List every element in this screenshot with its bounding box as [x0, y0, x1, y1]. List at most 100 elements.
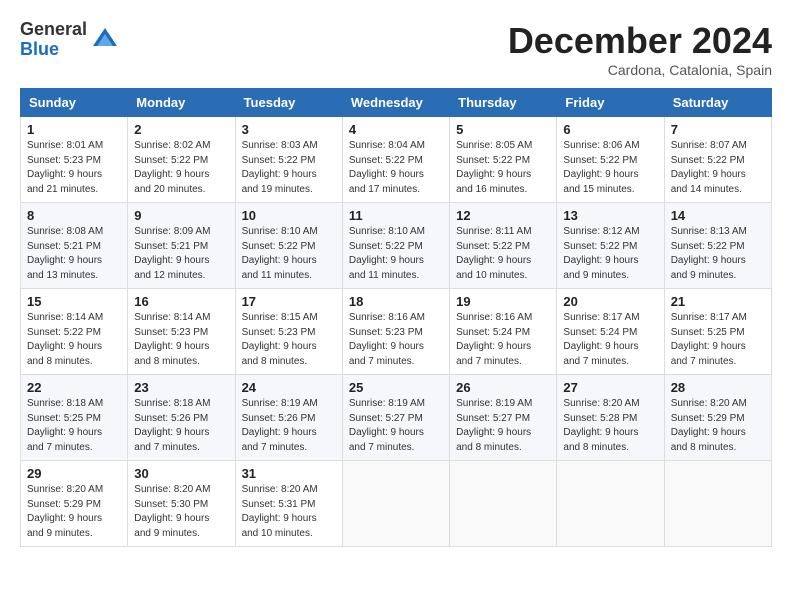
day-number: 4 — [349, 122, 443, 137]
day-number: 26 — [456, 380, 550, 395]
calendar-table: SundayMondayTuesdayWednesdayThursdayFrid… — [20, 88, 772, 547]
day-number: 1 — [27, 122, 121, 137]
logo-blue: Blue — [20, 40, 87, 60]
calendar-cell: 11 Sunrise: 8:10 AMSunset: 5:22 PMDayligh… — [342, 203, 449, 289]
cell-details: Sunrise: 8:14 AMSunset: 5:23 PMDaylight:… — [134, 311, 228, 369]
calendar-week-1: 1Sunrise: 8:01 AMSunset: 5:23 PMDaylight… — [21, 117, 772, 203]
calendar-header-row: SundayMondayTuesdayWednesdayThursdayFrid… — [21, 89, 772, 117]
day-number: 9 — [134, 208, 228, 223]
cell-details: Sunrise: 8:05 AMSunset: 5:22 PMDaylight:… — [456, 139, 550, 197]
calendar-week-2: 8 Sunrise: 8:08 AMSunset: 5:21 PMDaylight… — [21, 203, 772, 289]
day-number: 25 — [349, 380, 443, 395]
day-number: 10 — [242, 208, 336, 223]
day-number: 13 — [563, 208, 657, 223]
cell-details: Sunrise: 8:19 AMSunset: 5:27 PMDaylight:… — [349, 397, 443, 455]
day-number: 17 — [242, 294, 336, 309]
calendar-cell: 5 Sunrise: 8:05 AMSunset: 5:22 PMDaylight… — [450, 117, 557, 203]
calendar-cell: 21 Sunrise: 8:17 AMSunset: 5:25 PMDayligh… — [664, 289, 771, 375]
cell-details: Sunrise: 8:16 AMSunset: 5:24 PMDaylight:… — [456, 311, 550, 369]
calendar-cell: 9 Sunrise: 8:09 AMSunset: 5:21 PMDaylight… — [128, 203, 235, 289]
day-number: 28 — [671, 380, 765, 395]
logo: General Blue — [20, 20, 119, 60]
cell-details: Sunrise: 8:19 AMSunset: 5:26 PMDaylight:… — [242, 397, 336, 455]
calendar-cell: 3 Sunrise: 8:03 AMSunset: 5:22 PMDaylight… — [235, 117, 342, 203]
calendar-cell: 6 Sunrise: 8:06 AMSunset: 5:22 PMDaylight… — [557, 117, 664, 203]
day-number: 30 — [134, 466, 228, 481]
day-header-thursday: Thursday — [450, 89, 557, 117]
page-header: General Blue December 2024 Cardona, Cata… — [20, 20, 772, 78]
calendar-cell: 28 Sunrise: 8:20 AMSunset: 5:29 PMDayligh… — [664, 375, 771, 461]
cell-details: Sunrise: 8:20 AMSunset: 5:29 PMDaylight:… — [671, 397, 765, 455]
calendar-cell: 2 Sunrise: 8:02 AMSunset: 5:22 PMDaylight… — [128, 117, 235, 203]
calendar-cell: 24 Sunrise: 8:19 AMSunset: 5:26 PMDayligh… — [235, 375, 342, 461]
calendar-cell — [557, 461, 664, 547]
calendar-cell: 12 Sunrise: 8:11 AMSunset: 5:22 PMDayligh… — [450, 203, 557, 289]
day-number: 20 — [563, 294, 657, 309]
cell-details: Sunrise: 8:20 AMSunset: 5:31 PMDaylight:… — [242, 483, 336, 541]
cell-details: Sunrise: 8:02 AMSunset: 5:22 PMDaylight:… — [134, 139, 228, 197]
day-number: 27 — [563, 380, 657, 395]
calendar-cell: 16 Sunrise: 8:14 AMSunset: 5:23 PMDayligh… — [128, 289, 235, 375]
logo-general: General — [20, 20, 87, 40]
calendar-cell — [342, 461, 449, 547]
day-number: 7 — [671, 122, 765, 137]
cell-details: Sunrise: 8:20 AMSunset: 5:30 PMDaylight:… — [134, 483, 228, 541]
day-number: 19 — [456, 294, 550, 309]
cell-details: Sunrise: 8:10 AMSunset: 5:22 PMDaylight:… — [349, 225, 443, 283]
cell-details: Sunrise: 8:14 AMSunset: 5:22 PMDaylight:… — [27, 311, 121, 369]
cell-details: Sunrise: 8:15 AMSunset: 5:23 PMDaylight:… — [242, 311, 336, 369]
cell-details: Sunrise: 8:17 AMSunset: 5:24 PMDaylight:… — [563, 311, 657, 369]
day-number: 18 — [349, 294, 443, 309]
calendar-cell — [664, 461, 771, 547]
calendar-week-3: 15 Sunrise: 8:14 AMSunset: 5:22 PMDayligh… — [21, 289, 772, 375]
day-number: 11 — [349, 208, 443, 223]
calendar-cell: 4 Sunrise: 8:04 AMSunset: 5:22 PMDaylight… — [342, 117, 449, 203]
day-number: 16 — [134, 294, 228, 309]
cell-details: Sunrise: 8:09 AMSunset: 5:21 PMDaylight:… — [134, 225, 228, 283]
day-number: 21 — [671, 294, 765, 309]
calendar-cell: 1Sunrise: 8:01 AMSunset: 5:23 PMDaylight… — [21, 117, 128, 203]
calendar-cell: 25 Sunrise: 8:19 AMSunset: 5:27 PMDayligh… — [342, 375, 449, 461]
cell-details: Sunrise: 8:19 AMSunset: 5:27 PMDaylight:… — [456, 397, 550, 455]
calendar-cell: 14Sunrise: 8:13 AMSunset: 5:22 PMDayligh… — [664, 203, 771, 289]
cell-details: Sunrise: 8:16 AMSunset: 5:23 PMDaylight:… — [349, 311, 443, 369]
day-number: 15 — [27, 294, 121, 309]
calendar-cell: 22 Sunrise: 8:18 AMSunset: 5:25 PMDayligh… — [21, 375, 128, 461]
day-header-saturday: Saturday — [664, 89, 771, 117]
day-number: 12 — [456, 208, 550, 223]
calendar-cell: 18 Sunrise: 8:16 AMSunset: 5:23 PMDayligh… — [342, 289, 449, 375]
day-number: 22 — [27, 380, 121, 395]
cell-details: Sunrise: 8:18 AMSunset: 5:26 PMDaylight:… — [134, 397, 228, 455]
day-number: 3 — [242, 122, 336, 137]
calendar-cell: 31 Sunrise: 8:20 AMSunset: 5:31 PMDayligh… — [235, 461, 342, 547]
calendar-week-5: 29Sunrise: 8:20 AMSunset: 5:29 PMDayligh… — [21, 461, 772, 547]
cell-details: Sunrise: 8:06 AMSunset: 5:22 PMDaylight:… — [563, 139, 657, 197]
cell-details: Sunrise: 8:11 AMSunset: 5:22 PMDaylight:… — [456, 225, 550, 283]
day-number: 5 — [456, 122, 550, 137]
cell-details: Sunrise: 8:03 AMSunset: 5:22 PMDaylight:… — [242, 139, 336, 197]
day-header-sunday: Sunday — [21, 89, 128, 117]
calendar-cell: 20 Sunrise: 8:17 AMSunset: 5:24 PMDayligh… — [557, 289, 664, 375]
day-number: 2 — [134, 122, 228, 137]
calendar-cell: 17 Sunrise: 8:15 AMSunset: 5:23 PMDayligh… — [235, 289, 342, 375]
cell-details: Sunrise: 8:07 AMSunset: 5:22 PMDaylight:… — [671, 139, 765, 197]
cell-details: Sunrise: 8:18 AMSunset: 5:25 PMDaylight:… — [27, 397, 121, 455]
day-number: 8 — [27, 208, 121, 223]
calendar-cell: 30 Sunrise: 8:20 AMSunset: 5:30 PMDayligh… — [128, 461, 235, 547]
cell-details: Sunrise: 8:04 AMSunset: 5:22 PMDaylight:… — [349, 139, 443, 197]
calendar-cell: 7 Sunrise: 8:07 AMSunset: 5:22 PMDaylight… — [664, 117, 771, 203]
day-number: 6 — [563, 122, 657, 137]
day-number: 23 — [134, 380, 228, 395]
calendar-week-4: 22 Sunrise: 8:18 AMSunset: 5:25 PMDayligh… — [21, 375, 772, 461]
day-number: 29 — [27, 466, 121, 481]
day-number: 14 — [671, 208, 765, 223]
day-number: 24 — [242, 380, 336, 395]
calendar-cell: 19 Sunrise: 8:16 AMSunset: 5:24 PMDayligh… — [450, 289, 557, 375]
location-subtitle: Cardona, Catalonia, Spain — [508, 62, 772, 78]
calendar-body: 1Sunrise: 8:01 AMSunset: 5:23 PMDaylight… — [21, 117, 772, 547]
cell-details: Sunrise: 8:17 AMSunset: 5:25 PMDaylight:… — [671, 311, 765, 369]
cell-details: Sunrise: 8:08 AMSunset: 5:21 PMDaylight:… — [27, 225, 121, 283]
title-block: December 2024 Cardona, Catalonia, Spain — [508, 20, 772, 78]
calendar-cell: 29Sunrise: 8:20 AMSunset: 5:29 PMDayligh… — [21, 461, 128, 547]
day-number: 31 — [242, 466, 336, 481]
